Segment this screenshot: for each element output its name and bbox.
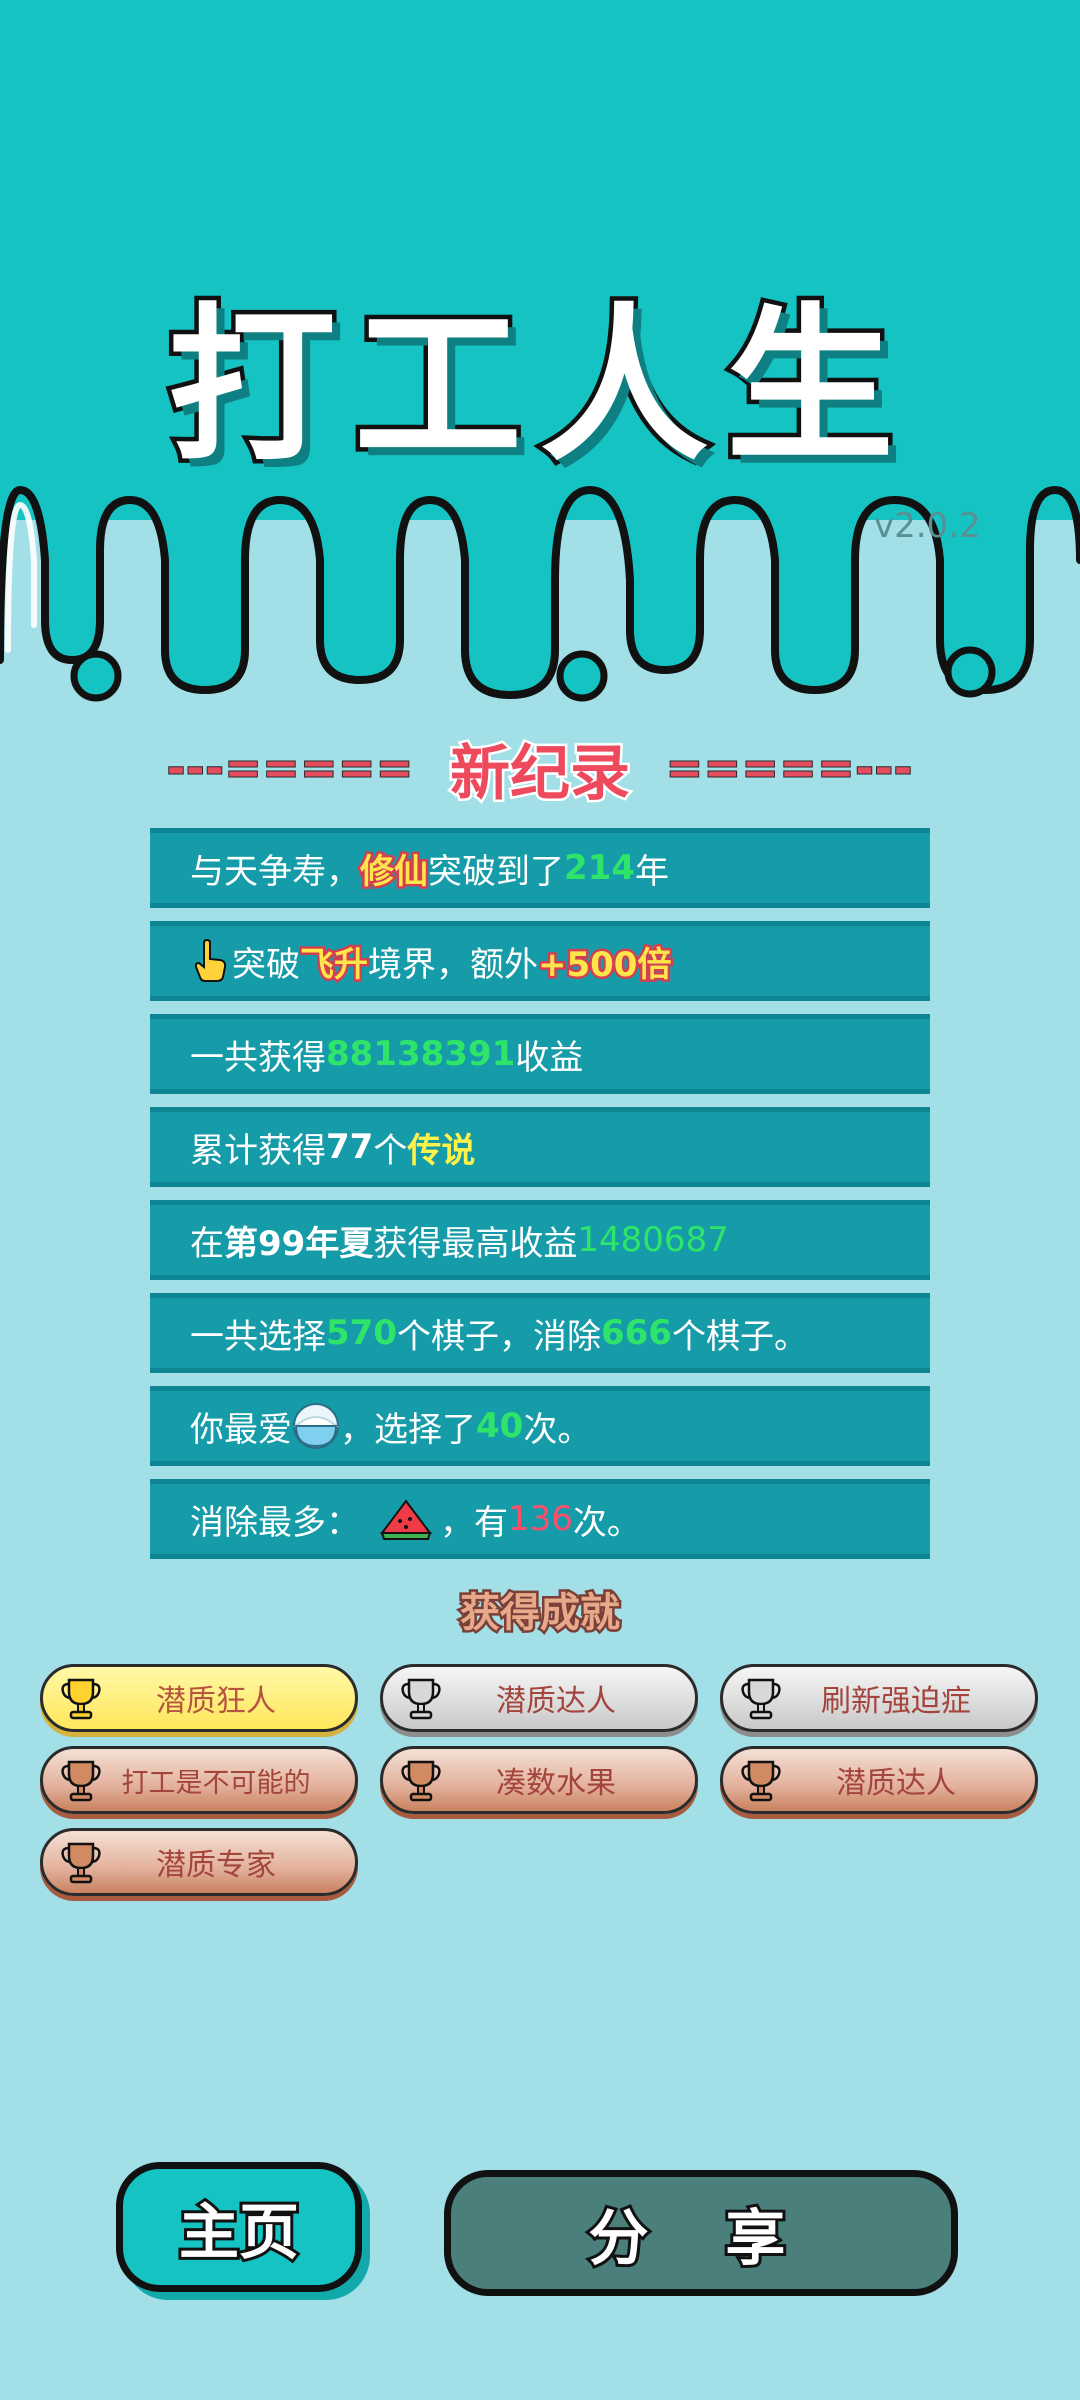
stat-highlight: 修仙 bbox=[358, 849, 431, 894]
stat-highlight: 第99年夏 bbox=[224, 1223, 374, 1264]
achievement-badge[interactable]: 潜质达人 bbox=[380, 1664, 698, 1732]
stat-text: 境界，额外 bbox=[368, 944, 538, 985]
achievement-badge[interactable]: 刷新强迫症 bbox=[720, 1664, 1038, 1732]
stat-number: 88138391 bbox=[326, 1034, 516, 1074]
stat-text: 收益 bbox=[515, 1037, 584, 1078]
stat-row-pieces: 一共选择 570 个棋子，消除 666 个棋子。 bbox=[150, 1293, 930, 1373]
record-left-dashes: ---===== bbox=[166, 742, 414, 795]
stat-text: 突破 bbox=[232, 944, 300, 985]
pointing-hand-icon bbox=[194, 939, 227, 982]
home-button[interactable]: 主页 bbox=[116, 2162, 362, 2292]
stat-number: 40 bbox=[476, 1406, 524, 1446]
stat-text: 个棋子，消除 bbox=[396, 1316, 601, 1357]
stat-highlight: 传说 bbox=[407, 1130, 476, 1171]
trophy-bronze-icon bbox=[61, 1842, 101, 1884]
stat-text: 在 bbox=[190, 1223, 224, 1264]
stat-text: 一共获得 bbox=[190, 1037, 326, 1078]
trophy-bronze-icon bbox=[401, 1760, 441, 1802]
stat-text: ，选择了 bbox=[340, 1409, 476, 1450]
game-title: 打工人生 bbox=[164, 284, 912, 489]
stat-number: 214 bbox=[564, 848, 635, 888]
achievement-label: 潜质达人 bbox=[496, 1684, 616, 1719]
achievement-badge[interactable]: 凑数水果 bbox=[380, 1746, 698, 1814]
stat-row-favorite: 你最爱 ，选择了 40 次。 bbox=[150, 1386, 930, 1466]
stat-number: 136 bbox=[508, 1499, 573, 1539]
achievement-label: 打工是不可能的 bbox=[121, 1767, 311, 1799]
stat-text: 消除最多： bbox=[190, 1502, 360, 1543]
stat-row-most-eliminated: 消除最多： ，有 136 次。 bbox=[150, 1479, 930, 1559]
stat-text: 一共选择 bbox=[190, 1316, 326, 1357]
new-record-title: 新纪录 bbox=[448, 736, 633, 811]
stat-row-legendary: 累计获得 77 个 传说 bbox=[150, 1107, 930, 1187]
stat-text: 年 bbox=[634, 851, 669, 892]
watermelon-icon bbox=[380, 1499, 432, 1540]
stat-text: 次。 bbox=[572, 1502, 641, 1543]
rice-bowl-icon bbox=[293, 1403, 339, 1449]
new-record-header: ---===== 新纪录 =====--- bbox=[0, 728, 1080, 811]
stat-number: +500倍 bbox=[535, 942, 673, 987]
achievement-label: 潜质达人 bbox=[836, 1766, 956, 1801]
trophy-bronze-icon bbox=[741, 1760, 781, 1802]
trophy-silver-icon bbox=[741, 1678, 781, 1720]
achievement-badge[interactable]: 潜质达人 bbox=[720, 1746, 1038, 1814]
stat-text: 与天争寿， bbox=[190, 851, 360, 892]
stat-text: 个棋子。 bbox=[671, 1316, 808, 1357]
share-button[interactable]: 分 享 bbox=[444, 2170, 958, 2296]
stat-number: 666 bbox=[600, 1313, 672, 1353]
version-label: v2.0.2 bbox=[874, 506, 981, 546]
stat-row-ascension: 突破 飞升 境界，额外 +500倍 bbox=[150, 921, 930, 1001]
achievements-title: 获得成就 bbox=[458, 1588, 623, 1639]
stat-number: 570 bbox=[326, 1313, 397, 1353]
trophy-gold-icon bbox=[61, 1678, 101, 1720]
stat-text: 你最爱 bbox=[190, 1409, 292, 1450]
achievement-label: 潜质狂人 bbox=[156, 1684, 276, 1719]
achievement-badge[interactable]: 打工是不可能的 bbox=[40, 1746, 358, 1814]
stat-row-best-season: 在 第99年夏 获得最高收益 1480687 bbox=[150, 1200, 930, 1280]
achievement-badge[interactable]: 潜质专家 bbox=[40, 1828, 358, 1896]
stat-text: 获得最高收益 bbox=[373, 1223, 578, 1264]
stat-row-total-income: 一共获得 88138391 收益 bbox=[150, 1014, 930, 1094]
stat-text: 次。 bbox=[523, 1409, 592, 1450]
stat-number: 77 bbox=[326, 1127, 374, 1167]
stat-text: ，有 bbox=[440, 1502, 508, 1543]
achievement-label: 凑数水果 bbox=[496, 1766, 616, 1801]
achievement-badge[interactable]: 潜质狂人 bbox=[40, 1664, 358, 1732]
trophy-silver-icon bbox=[401, 1678, 441, 1720]
achievement-label: 刷新强迫症 bbox=[821, 1684, 971, 1719]
achievement-label: 潜质专家 bbox=[156, 1848, 276, 1883]
stat-text: 突破到了 bbox=[428, 851, 564, 892]
stat-row-cultivation: 与天争寿， 修仙 突破到了 214 年 bbox=[150, 828, 930, 908]
stat-text: 个 bbox=[373, 1130, 408, 1171]
stat-text: 累计获得 bbox=[190, 1130, 326, 1171]
record-right-dashes: =====--- bbox=[665, 742, 914, 795]
trophy-bronze-icon bbox=[61, 1760, 101, 1802]
stat-number: 1480687 bbox=[577, 1220, 729, 1260]
stat-highlight: 飞升 bbox=[298, 942, 371, 987]
